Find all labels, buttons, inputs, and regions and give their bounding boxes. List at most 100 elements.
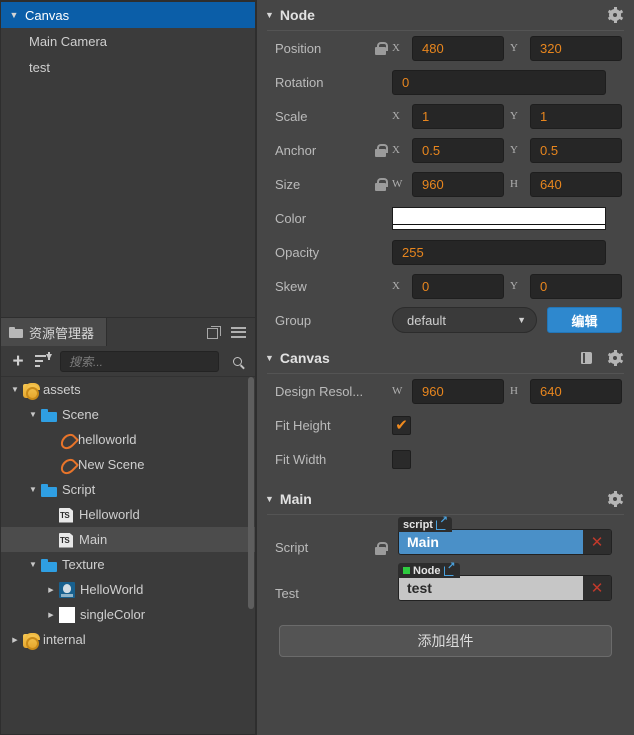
property-row-rotation: Rotation 0: [257, 65, 634, 99]
asset-item-assets[interactable]: assets: [1, 377, 255, 402]
size-width-input[interactable]: 960: [412, 171, 504, 197]
lock-icon[interactable]: [375, 41, 388, 55]
scale-x-input[interactable]: 1: [412, 103, 504, 129]
chevron-down-icon[interactable]: [25, 485, 41, 494]
tabbar-spacer: [107, 318, 197, 346]
chevron-down-icon[interactable]: ▼: [265, 494, 274, 504]
texture-thumb-icon: [59, 581, 75, 598]
asset-item-internal[interactable]: internal: [1, 627, 255, 652]
property-row-skew: Skew X 0 Y 0: [257, 269, 634, 303]
property-label: Rotation: [275, 74, 324, 90]
chevron-down-icon[interactable]: [25, 560, 41, 569]
asset-item-scene[interactable]: Scene: [1, 402, 255, 427]
script-reference-value: Main: [399, 530, 583, 554]
asset-item-label: Main: [79, 532, 108, 547]
asset-item-texture-folder[interactable]: Texture: [1, 552, 255, 577]
chevron-down-icon[interactable]: [7, 2, 21, 28]
axis-label-w: W: [392, 178, 403, 190]
design-resolution-width-input[interactable]: 960: [412, 378, 504, 404]
asset-item-label: Helloworld: [79, 507, 140, 522]
node-tag-label: Node: [413, 564, 441, 577]
asset-item-label: Scene: [62, 407, 99, 422]
opacity-input[interactable]: 255: [392, 239, 606, 265]
gear-icon[interactable]: [607, 350, 623, 366]
skew-x-input[interactable]: 0: [412, 273, 504, 299]
test-reference-field[interactable]: test ✕: [398, 575, 612, 601]
asset-tree: assets Scene helloworld New Scene: [1, 377, 255, 734]
tab-resource-manager[interactable]: 资源管理器: [1, 318, 108, 346]
property-label: Color: [275, 210, 307, 226]
rotation-input[interactable]: 0: [392, 69, 606, 95]
axis-label-y: Y: [510, 42, 518, 54]
chevron-right-icon[interactable]: [43, 586, 59, 594]
book-icon[interactable]: [580, 351, 594, 365]
external-link-icon[interactable]: [435, 516, 448, 530]
lock-icon[interactable]: [375, 177, 388, 191]
typescript-icon: [59, 533, 74, 548]
chevron-right-icon[interactable]: [7, 636, 23, 644]
assets-bag-icon: [23, 632, 40, 650]
clear-test-button[interactable]: ✕: [583, 576, 611, 600]
asset-item-label: assets: [43, 382, 81, 397]
scale-y-input[interactable]: 1: [530, 103, 622, 129]
search-icon[interactable]: [227, 356, 247, 366]
design-resolution-height-input[interactable]: 640: [530, 378, 622, 404]
node-section-header[interactable]: ▼ Node: [257, 0, 634, 30]
hamburger-menu-icon[interactable]: [231, 325, 246, 340]
asset-item-main-script[interactable]: Main: [1, 527, 255, 552]
asset-item-singlecolor-texture[interactable]: singleColor: [1, 602, 255, 627]
clear-script-button[interactable]: ✕: [583, 530, 611, 554]
lock-icon[interactable]: [375, 542, 388, 555]
property-label: Fit Width: [275, 451, 327, 467]
gear-icon[interactable]: [607, 7, 623, 23]
chevron-down-icon[interactable]: ▼: [265, 10, 274, 20]
canvas-section-title: Canvas: [279, 350, 330, 366]
chevron-down-icon[interactable]: [25, 410, 41, 419]
main-section-header[interactable]: ▼ Main: [257, 484, 634, 514]
add-component-wrap: 添加组件: [257, 607, 634, 657]
add-component-button[interactable]: 添加组件: [279, 625, 612, 657]
skew-y-input[interactable]: 0: [530, 273, 622, 299]
asset-item-script-folder[interactable]: Script: [1, 477, 255, 502]
group-selected-value: default: [407, 312, 447, 328]
asset-item-label: HelloWorld: [80, 582, 144, 597]
external-link-icon[interactable]: [443, 562, 456, 576]
color-swatch[interactable]: [392, 206, 606, 230]
asset-item-helloworld-texture[interactable]: HelloWorld: [1, 577, 255, 602]
edit-group-button[interactable]: 编辑: [547, 307, 622, 333]
fit-height-checkbox[interactable]: [392, 415, 411, 435]
asset-item-new-scene[interactable]: New Scene: [1, 452, 255, 477]
asset-item-helloworld-scene[interactable]: helloworld: [1, 427, 255, 452]
chevron-down-icon[interactable]: [7, 385, 23, 394]
canvas-section-header[interactable]: ▼ Canvas: [257, 343, 634, 373]
popout-icon[interactable]: [206, 325, 221, 340]
anchor-y-input[interactable]: 0.5: [530, 137, 622, 163]
lock-icon[interactable]: [375, 143, 388, 157]
anchor-x-input[interactable]: 0.5: [412, 137, 504, 163]
search-input[interactable]: 搜索...: [60, 350, 219, 372]
asset-item-label: singleColor: [80, 607, 146, 622]
property-row-anchor: Anchor X 0.5 Y 0.5: [257, 133, 634, 167]
property-row-position: Position X 480 Y 320: [257, 31, 634, 65]
hierarchy-item-canvas[interactable]: Canvas: [1, 2, 255, 28]
scene-fire-icon: [59, 457, 73, 473]
chevron-right-icon[interactable]: [43, 611, 59, 619]
chevron-down-icon[interactable]: ▼: [265, 353, 274, 363]
asset-item-helloworld-script[interactable]: Helloworld: [1, 502, 255, 527]
add-asset-button[interactable]: +: [9, 352, 27, 371]
property-label: Fit Height: [275, 417, 331, 433]
asset-tree-scrollbar[interactable]: [248, 377, 254, 734]
sort-icon[interactable]: [35, 351, 52, 369]
gear-icon[interactable]: [607, 491, 623, 507]
size-height-input[interactable]: 640: [530, 171, 622, 197]
property-label: Test: [275, 586, 299, 601]
group-select[interactable]: default ▼: [392, 307, 538, 333]
hierarchy-item-test[interactable]: test: [1, 54, 255, 80]
axis-label-x: X: [392, 42, 400, 54]
fit-width-checkbox[interactable]: [392, 449, 411, 469]
hierarchy-item-main-camera[interactable]: Main Camera: [1, 28, 255, 54]
script-reference-field[interactable]: Main ✕: [398, 529, 612, 555]
position-y-input[interactable]: 320: [530, 35, 622, 61]
node-type-tag: Node: [398, 562, 460, 578]
position-x-input[interactable]: 480: [412, 35, 504, 61]
